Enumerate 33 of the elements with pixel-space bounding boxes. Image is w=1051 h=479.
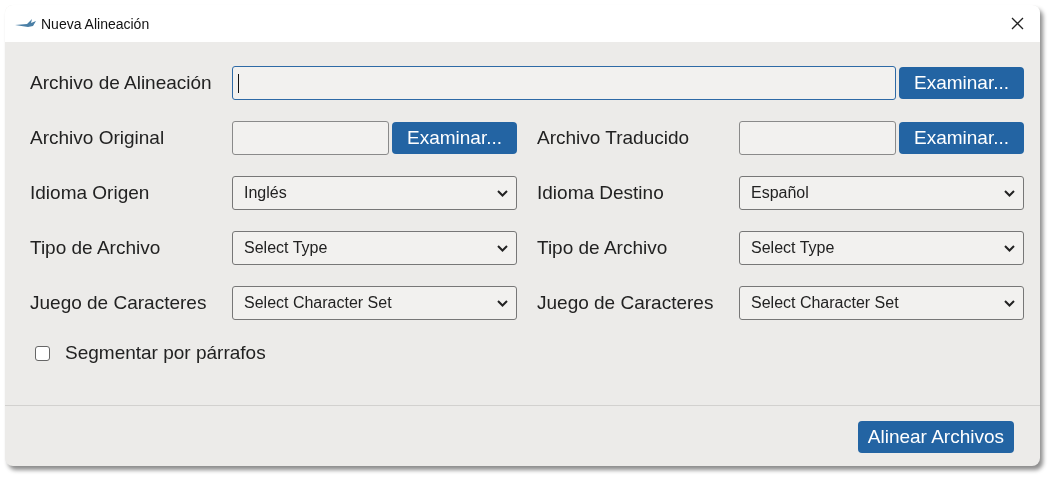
chevron-down-icon xyxy=(497,189,508,197)
dropdown[interactable]: Inglés xyxy=(232,176,517,210)
browse-button[interactable]: Examinar... xyxy=(392,122,517,154)
dropdown[interactable]: Select Type xyxy=(232,231,517,265)
field-label: Idioma Origen xyxy=(30,182,151,204)
input-field[interactable] xyxy=(232,121,389,155)
field-label: Juego de Caracteres xyxy=(537,292,715,314)
dropdown[interactable]: Español xyxy=(739,176,1024,210)
checkbox-label: Segmentar por párrafos xyxy=(65,342,266,364)
align-files-button[interactable]: Alinear Archivos xyxy=(857,420,1014,453)
browse-button[interactable]: Examinar... xyxy=(899,122,1024,154)
browse-button[interactable]: Examinar... xyxy=(899,67,1024,99)
checkbox[interactable] xyxy=(35,345,50,361)
field-label: Archivo Original xyxy=(30,127,166,149)
field-label: Archivo Traducido xyxy=(537,127,691,149)
chevron-down-icon xyxy=(497,299,508,307)
dropdown[interactable]: Select Character Set xyxy=(739,286,1024,320)
field-label: Tipo de Archivo xyxy=(30,237,162,259)
input-field[interactable] xyxy=(739,121,896,155)
field-label: Archivo de Alineación xyxy=(30,72,213,94)
chevron-down-icon xyxy=(1004,244,1015,252)
dropdown[interactable]: Select Type xyxy=(739,231,1024,265)
chevron-down-icon xyxy=(1004,299,1015,307)
chevron-down-icon xyxy=(1004,189,1015,197)
chevron-down-icon xyxy=(497,244,508,252)
bird-icon xyxy=(15,17,37,30)
window-title: Nueva Alineación xyxy=(41,15,150,32)
dropdown[interactable]: Select Character Set xyxy=(232,286,517,320)
close-icon[interactable] xyxy=(1011,17,1024,30)
field-label: Idioma Destino xyxy=(537,182,665,204)
field-label: Tipo de Archivo xyxy=(537,237,669,259)
input-field[interactable] xyxy=(232,66,896,100)
field-label: Juego de Caracteres xyxy=(30,292,208,314)
